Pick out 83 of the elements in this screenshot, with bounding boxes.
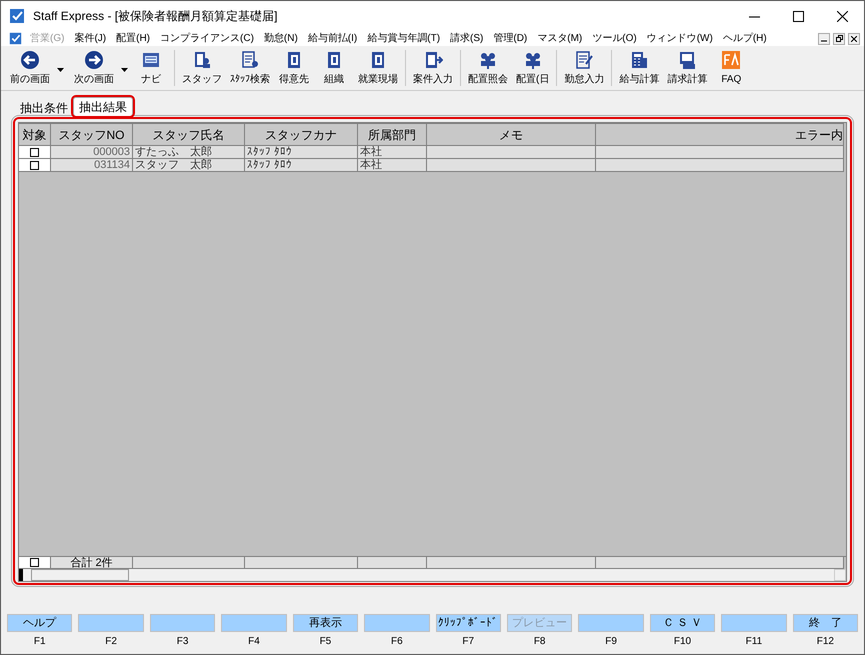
key-label: F12 (816, 635, 834, 649)
tab[interactable]: 抽出結果 (73, 97, 133, 116)
caret-icon (57, 68, 64, 72)
key-label: F1 (34, 635, 46, 649)
app-icon (9, 8, 25, 24)
column-header: スタッフ氏名 (133, 123, 245, 146)
key-label: F7 (462, 635, 474, 649)
key-label: F5 (320, 635, 332, 649)
toolbar-button[interactable]: 得意先 (274, 46, 314, 90)
toolbar-button[interactable]: 給与計算 (615, 46, 664, 90)
toolbar-button[interactable]: ナビ (131, 46, 171, 90)
toolbar-button[interactable]: 組織 (314, 46, 354, 90)
table-cell: ｽﾀｯﾌ ﾀﾛｳ (245, 159, 358, 172)
menu-item[interactable]: ヘルプ(H) (722, 31, 767, 46)
table-cell: 本社 (358, 159, 427, 172)
minimize-button[interactable] (818, 32, 830, 44)
key-label: F4 (248, 635, 260, 649)
key-label: F9 (605, 635, 617, 649)
table-cell: ｽﾀｯﾌ ﾀﾛｳ (245, 146, 358, 159)
menu-item[interactable]: ツール(O) (592, 31, 637, 46)
key-label: F11 (746, 635, 762, 649)
person-icon (192, 50, 212, 70)
column-header: スタッフNO (51, 123, 133, 146)
table-cell: 000003 (51, 146, 133, 159)
restore-icon (836, 35, 842, 42)
restore-button[interactable] (833, 32, 845, 44)
checkbox[interactable] (30, 148, 39, 156)
document-search-icon (240, 50, 260, 70)
menu-item[interactable]: 配置(H) (116, 31, 150, 46)
checkbox[interactable] (30, 160, 39, 170)
menu-item[interactable]: コンプライアンス(C) (160, 31, 254, 46)
column-header: 対象 (19, 123, 51, 146)
key-label: F2 (105, 635, 117, 649)
function-key-button[interactable]: 終 了 (792, 614, 858, 632)
toolbar-button[interactable]: 配置照会 (464, 46, 512, 90)
key-label: F8 (534, 635, 546, 649)
calculator-icon (629, 50, 650, 70)
toolbar-button[interactable]: 次の画面 (67, 46, 131, 90)
document-pen-icon (574, 50, 594, 70)
scrollbar-thumb[interactable] (31, 569, 129, 581)
column-header: メモ (427, 123, 596, 146)
table-cell: スタッフ 太郎 (133, 159, 245, 172)
function-key-button[interactable]: 再表示 (292, 614, 358, 632)
menu-item[interactable]: 請求(S) (450, 31, 484, 46)
toolbar-button[interactable]: 前の画面 (3, 46, 67, 90)
close-button[interactable] (848, 32, 860, 44)
function-key-button[interactable]: ｸﾘｯﾌﾟﾎﾞｰﾄﾞ (436, 614, 501, 632)
table-cell: 本社 (358, 146, 427, 159)
toolbar-button[interactable]: ｽﾀｯﾌ検索 (226, 46, 274, 90)
toolbar-button[interactable]: 就業現場 (354, 46, 402, 90)
function-key-button[interactable]: ヘルプ (7, 614, 72, 632)
close-icon (851, 36, 857, 42)
column-header: 所属部門 (358, 123, 427, 146)
key-label: F3 (176, 635, 188, 649)
menu-item[interactable]: マスタ(M) (537, 31, 582, 46)
menu-item[interactable]: 案件(J) (74, 31, 106, 46)
toolbar-button[interactable]: 配置(日 (512, 46, 554, 90)
menu-item[interactable]: ウィンドウ(W) (646, 31, 713, 46)
toolbar-button[interactable]: 案件入力 (409, 46, 457, 90)
caret-icon (121, 68, 128, 72)
toolbar-button[interactable]: 勤怠入力 (560, 46, 608, 90)
total-count: 合計 2件 (51, 557, 133, 569)
key-label: F10 (674, 635, 692, 649)
key-label: F6 (390, 635, 403, 649)
close-icon (836, 10, 848, 22)
maximize-icon (792, 10, 804, 22)
menu-item[interactable]: 勤怠(N) (264, 31, 298, 46)
toolbar-button[interactable]: FAQ (711, 46, 752, 90)
toolbar-button[interactable]: スタッフ (178, 46, 226, 90)
menu-item[interactable]: 給与賞与年調(T) (367, 31, 440, 46)
window-title: Staff Express - [被保険者報酬月額算定基礎届] (33, 8, 278, 25)
checkbox[interactable] (30, 558, 39, 567)
menu-item[interactable]: 給与前払(I) (308, 31, 358, 46)
table-cell: すたっふ 太郎 (133, 146, 245, 159)
toolbar-button[interactable]: 請求計算 (663, 46, 712, 90)
document-arrow-icon (423, 50, 443, 70)
menu-item[interactable]: 管理(D) (493, 31, 528, 46)
column-header: エラー内 (596, 123, 844, 146)
calculator-icon (677, 50, 698, 70)
table-cell: 031134 (51, 159, 133, 172)
function-key-button[interactable]: Ｃ Ｓ Ｖ (650, 614, 716, 632)
faq-icon (721, 50, 742, 70)
column-header: スタッフカナ (245, 123, 358, 146)
